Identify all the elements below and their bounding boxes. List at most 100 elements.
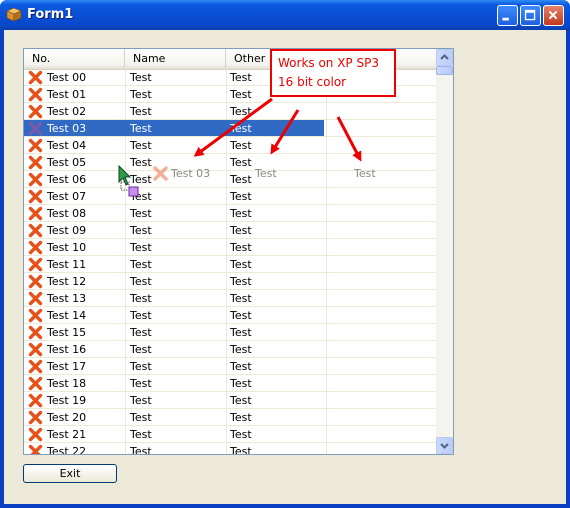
minimize-icon — [502, 17, 509, 21]
red-x-icon — [28, 121, 43, 136]
cell-other: Test — [230, 275, 252, 288]
red-x-icon — [28, 359, 43, 374]
table-row[interactable]: Test 04 Test Test — [24, 137, 324, 154]
table-row[interactable]: Test 03 Test Test — [24, 120, 324, 137]
cell-other: Test — [230, 394, 252, 407]
cell-no: Test 22 — [47, 445, 87, 455]
cell-no: Test 01 — [47, 88, 87, 101]
table-row[interactable]: Test 15 Test Test — [24, 324, 324, 341]
drag-ghost-other: Test — [354, 167, 376, 180]
cell-other: Test — [230, 224, 252, 237]
cell-name: Test — [130, 343, 152, 356]
table-row[interactable]: Test 22 Test Test — [24, 443, 324, 455]
cell-other: Test — [230, 207, 252, 220]
cell-no: Test 09 — [47, 224, 87, 237]
cell-no: Test 17 — [47, 360, 87, 373]
window: Form1 No. Name Other Test 00 Test Test Test… — [0, 0, 570, 508]
cell-other: Test — [230, 428, 252, 441]
maximize-button[interactable] — [520, 5, 541, 26]
minimize-button[interactable] — [497, 5, 518, 26]
column-header-no[interactable]: No. — [24, 49, 125, 68]
cell-name: Test — [130, 360, 152, 373]
table-row[interactable]: Test 14 Test Test — [24, 307, 324, 324]
red-x-icon — [28, 308, 43, 323]
cell-other: Test — [230, 190, 252, 203]
cell-name: Test — [130, 258, 152, 271]
cell-no: Test 18 — [47, 377, 87, 390]
close-button[interactable] — [543, 5, 564, 26]
cell-no: Test 19 — [47, 394, 87, 407]
cell-other: Test — [230, 173, 252, 186]
cell-name: Test — [130, 292, 152, 305]
table-row[interactable]: Test 13 Test Test — [24, 290, 324, 307]
table-row[interactable]: Test 16 Test Test — [24, 341, 324, 358]
table-row[interactable]: Test 02 Test Test — [24, 103, 324, 120]
title-bar[interactable]: Form1 — [0, 0, 570, 30]
red-x-icon — [28, 410, 43, 425]
cell-no: Test 21 — [47, 428, 87, 441]
red-x-icon — [28, 138, 43, 153]
scroll-up-button[interactable] — [436, 49, 453, 66]
drag-ghost-x-icon — [153, 166, 168, 181]
cell-name: Test — [130, 88, 152, 101]
vertical-scrollbar[interactable] — [436, 49, 453, 454]
cell-other: Test — [230, 139, 252, 152]
cell-other: Test — [230, 71, 252, 84]
cell-other: Test — [230, 326, 252, 339]
arrow-up-icon — [440, 54, 449, 60]
column-header-name[interactable]: Name — [125, 49, 226, 68]
cell-no: Test 02 — [47, 105, 87, 118]
table-row[interactable]: Test 18 Test Test — [24, 375, 324, 392]
scroll-down-button[interactable] — [436, 437, 453, 454]
cell-no: Test 11 — [47, 258, 87, 271]
red-x-icon — [28, 223, 43, 238]
red-x-icon — [28, 444, 43, 454]
app-box-icon — [6, 7, 22, 22]
red-x-icon — [28, 240, 43, 255]
annotation-callout: Works on XP SP3 16 bit color — [270, 49, 396, 97]
cell-no: Test 03 — [47, 122, 87, 135]
red-x-icon — [28, 427, 43, 442]
cell-name: Test — [130, 71, 152, 84]
grid-line — [326, 69, 327, 454]
list-view[interactable]: No. Name Other Test 00 Test Test Test 01 Tes… — [23, 48, 454, 455]
table-row[interactable]: Test 10 Test Test — [24, 239, 324, 256]
red-x-icon — [28, 291, 43, 306]
cell-name: Test — [130, 377, 152, 390]
cell-other: Test — [230, 122, 252, 135]
arrow-down-icon — [440, 443, 449, 449]
red-x-icon — [28, 155, 43, 170]
table-row[interactable]: Test 21 Test Test — [24, 426, 324, 443]
cell-other: Test — [230, 343, 252, 356]
cell-no: Test 10 — [47, 241, 87, 254]
cell-other: Test — [230, 445, 252, 455]
red-x-icon — [28, 325, 43, 340]
table-row[interactable]: Test 07 Test Test — [24, 188, 324, 205]
cell-no: Test 05 — [47, 156, 87, 169]
red-x-icon — [28, 342, 43, 357]
red-x-icon — [28, 172, 43, 187]
cell-other: Test — [230, 241, 252, 254]
window-title: Form1 — [27, 7, 74, 22]
exit-button[interactable]: Exit — [23, 464, 117, 483]
cell-name: Test — [130, 139, 152, 152]
red-x-icon — [28, 70, 43, 85]
cell-no: Test 20 — [47, 411, 87, 424]
table-row[interactable]: Test 08 Test Test — [24, 205, 324, 222]
cell-name: Test — [130, 241, 152, 254]
scroll-thumb[interactable] — [436, 66, 453, 75]
red-x-icon — [28, 393, 43, 408]
cell-name: Test — [130, 309, 152, 322]
table-row[interactable]: Test 20 Test Test — [24, 409, 324, 426]
cell-no: Test 00 — [47, 71, 87, 84]
cell-no: Test 04 — [47, 139, 87, 152]
cell-no: Test 12 — [47, 275, 87, 288]
table-row[interactable]: Test 09 Test Test — [24, 222, 324, 239]
table-row[interactable]: Test 11 Test Test — [24, 256, 324, 273]
table-row[interactable]: Test 12 Test Test — [24, 273, 324, 290]
table-row[interactable]: Test 17 Test Test — [24, 358, 324, 375]
table-row[interactable]: Test 19 Test Test — [24, 392, 324, 409]
cell-other: Test — [230, 258, 252, 271]
annotation-line-2: 16 bit color — [278, 75, 347, 89]
cell-name: Test — [130, 207, 152, 220]
